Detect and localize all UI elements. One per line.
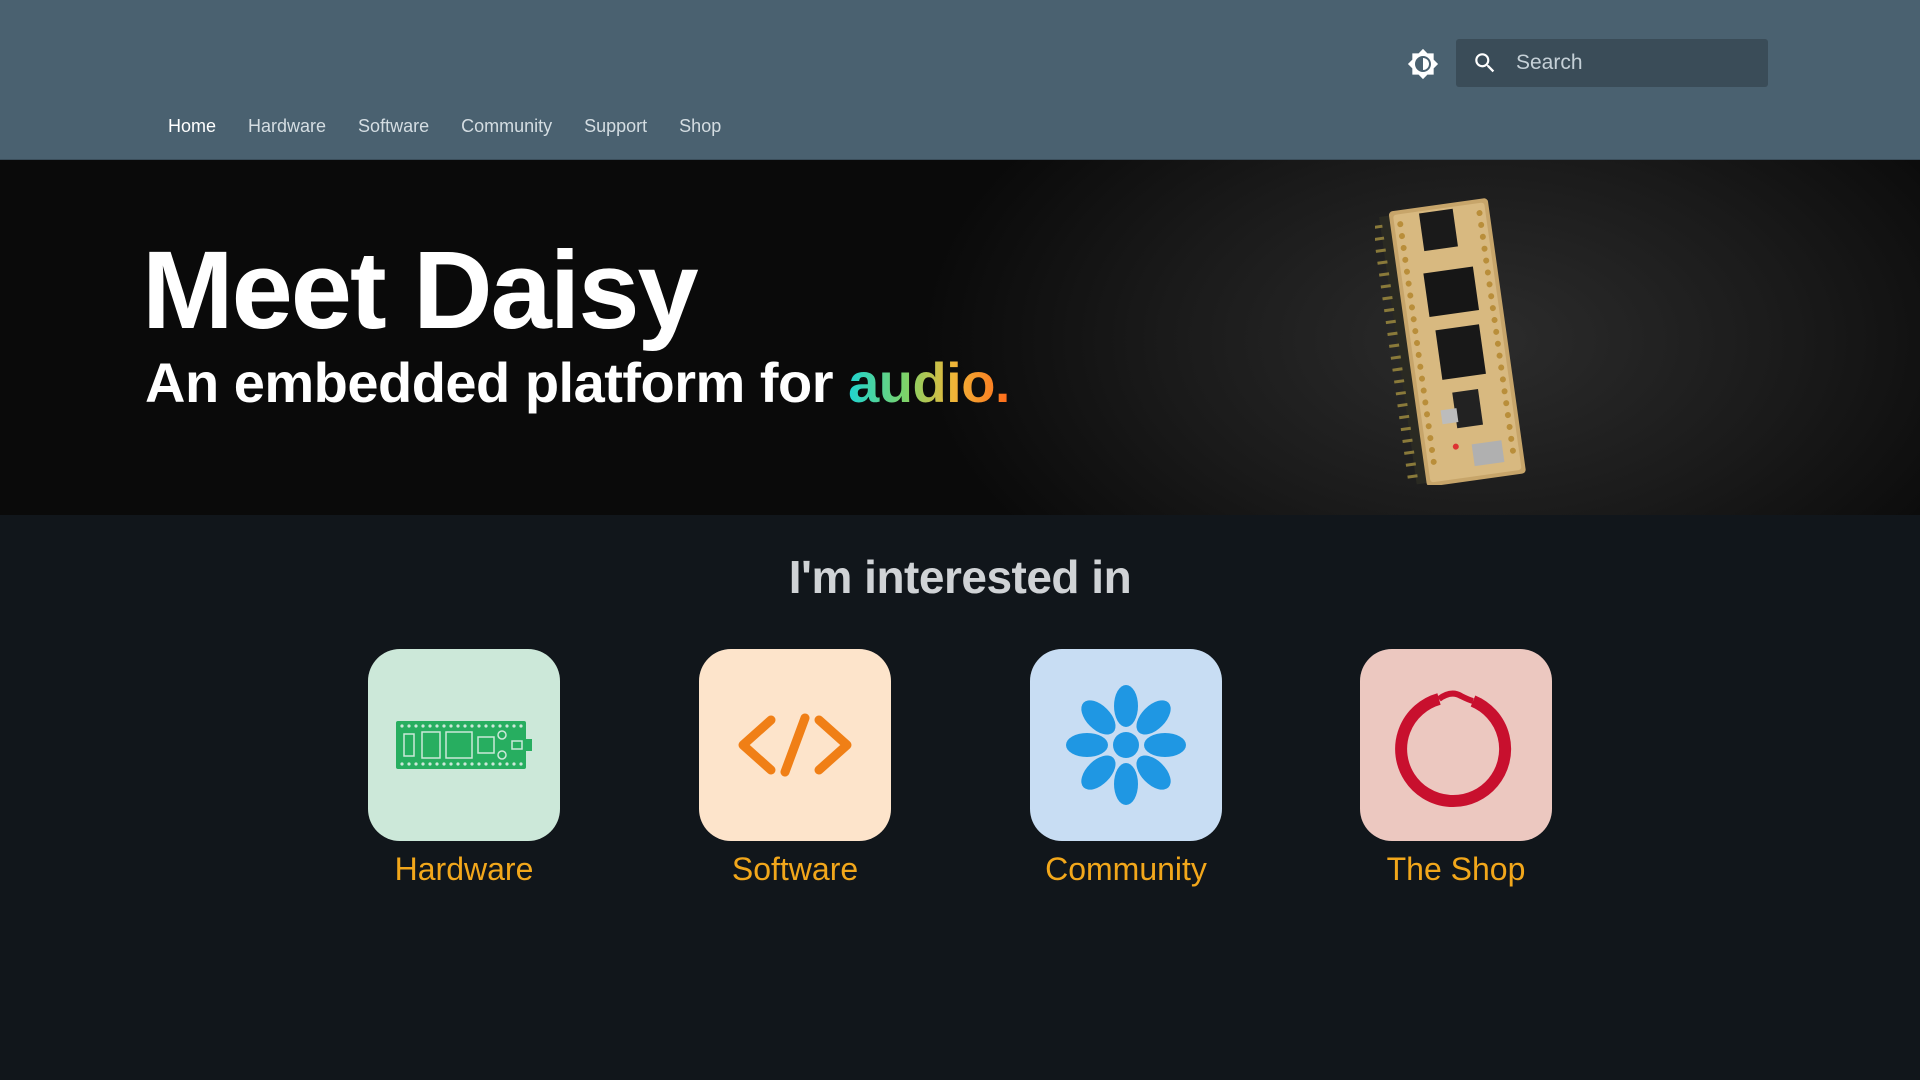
card-shop[interactable]: The Shop xyxy=(1360,649,1552,888)
search-icon xyxy=(1470,48,1500,78)
card-community-label: Community xyxy=(1045,851,1207,887)
card-software-label: Software xyxy=(731,851,859,887)
flower-icon xyxy=(1066,685,1186,805)
site-header: Home Hardware Software Community Support… xyxy=(0,0,1920,160)
card-hardware[interactable]: Hardware xyxy=(368,649,560,888)
daisy-board-image xyxy=(1375,198,1526,485)
community-tile xyxy=(1030,649,1222,841)
search-input[interactable] xyxy=(1514,50,1758,76)
section-title: I'm interested in xyxy=(788,551,1132,603)
circuit-board-icon xyxy=(396,721,532,769)
brightness-icon xyxy=(1407,48,1439,80)
code-icon xyxy=(738,713,852,777)
theme-toggle-button[interactable] xyxy=(1405,46,1441,82)
card-hardware-label: Hardware xyxy=(394,851,534,887)
card-community[interactable]: Community xyxy=(1030,649,1222,888)
hero-subtitle-highlight: audio. xyxy=(848,351,1010,414)
hero-subtitle-text: An embedded platform for xyxy=(145,351,849,414)
nav-home[interactable]: Home xyxy=(168,116,216,142)
nav-support[interactable]: Support xyxy=(584,116,647,142)
nav-community[interactable]: Community xyxy=(461,116,552,142)
software-tile xyxy=(699,649,891,841)
hardware-tile xyxy=(368,649,560,841)
hero-title: Meet Daisy xyxy=(142,229,699,352)
nav-software[interactable]: Software xyxy=(358,116,429,142)
interests-section: I'm interested in Hardware Software Comm… xyxy=(0,515,1920,1080)
shop-tile xyxy=(1360,649,1552,841)
nav-hardware[interactable]: Hardware xyxy=(248,116,326,142)
shop-ring-icon xyxy=(1395,690,1512,808)
card-shop-label: The Shop xyxy=(1386,851,1526,887)
main-nav: Home Hardware Software Community Support… xyxy=(168,116,753,142)
card-software[interactable]: Software xyxy=(699,649,891,888)
hero-subtitle: An embedded platform for audio. xyxy=(145,355,1010,411)
nav-shop[interactable]: Shop xyxy=(679,116,721,142)
search-box[interactable] xyxy=(1456,39,1768,87)
hero-banner: Meet Daisy An embedded platform for audi… xyxy=(0,160,1920,515)
